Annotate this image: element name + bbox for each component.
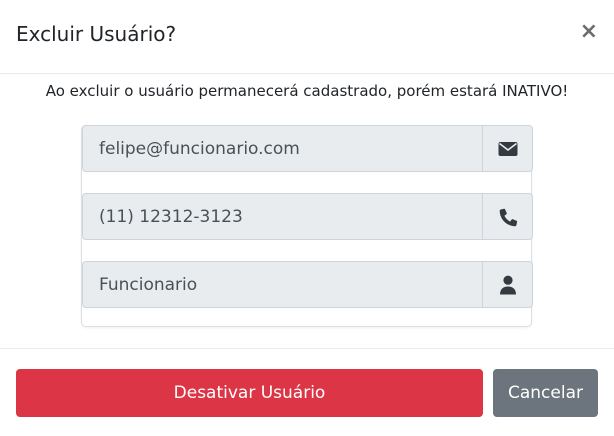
delete-user-modal: Excluir Usuário? × Ao excluir o usuário … bbox=[0, 0, 614, 436]
email-input-group: felipe@funcionario.com bbox=[82, 125, 533, 172]
modal-footer: Desativar Usuário Cancelar bbox=[0, 348, 614, 436]
user-icon bbox=[499, 275, 516, 294]
deactivate-user-button[interactable]: Desativar Usuário bbox=[16, 369, 483, 417]
phone-input-group: (11) 12312-3123 bbox=[82, 193, 533, 240]
user-info-card: felipe@funcionario.com (11) 12312-3123 F… bbox=[81, 125, 533, 327]
modal-header: Excluir Usuário? × bbox=[0, 0, 614, 74]
role-addon bbox=[482, 261, 533, 308]
email-addon bbox=[482, 125, 533, 172]
role-field[interactable]: Funcionario bbox=[82, 261, 482, 308]
role-input-group: Funcionario bbox=[82, 261, 533, 308]
phone-field[interactable]: (11) 12312-3123 bbox=[82, 193, 482, 240]
phone-icon bbox=[499, 208, 517, 226]
envelope-icon bbox=[498, 141, 517, 156]
phone-addon bbox=[482, 193, 533, 240]
cancel-button[interactable]: Cancelar bbox=[493, 369, 598, 417]
close-button[interactable]: × bbox=[580, 20, 598, 44]
warning-message: Ao excluir o usuário permanecerá cadastr… bbox=[45, 82, 569, 100]
email-field[interactable]: felipe@funcionario.com bbox=[82, 125, 482, 172]
modal-title: Excluir Usuário? bbox=[16, 22, 177, 46]
